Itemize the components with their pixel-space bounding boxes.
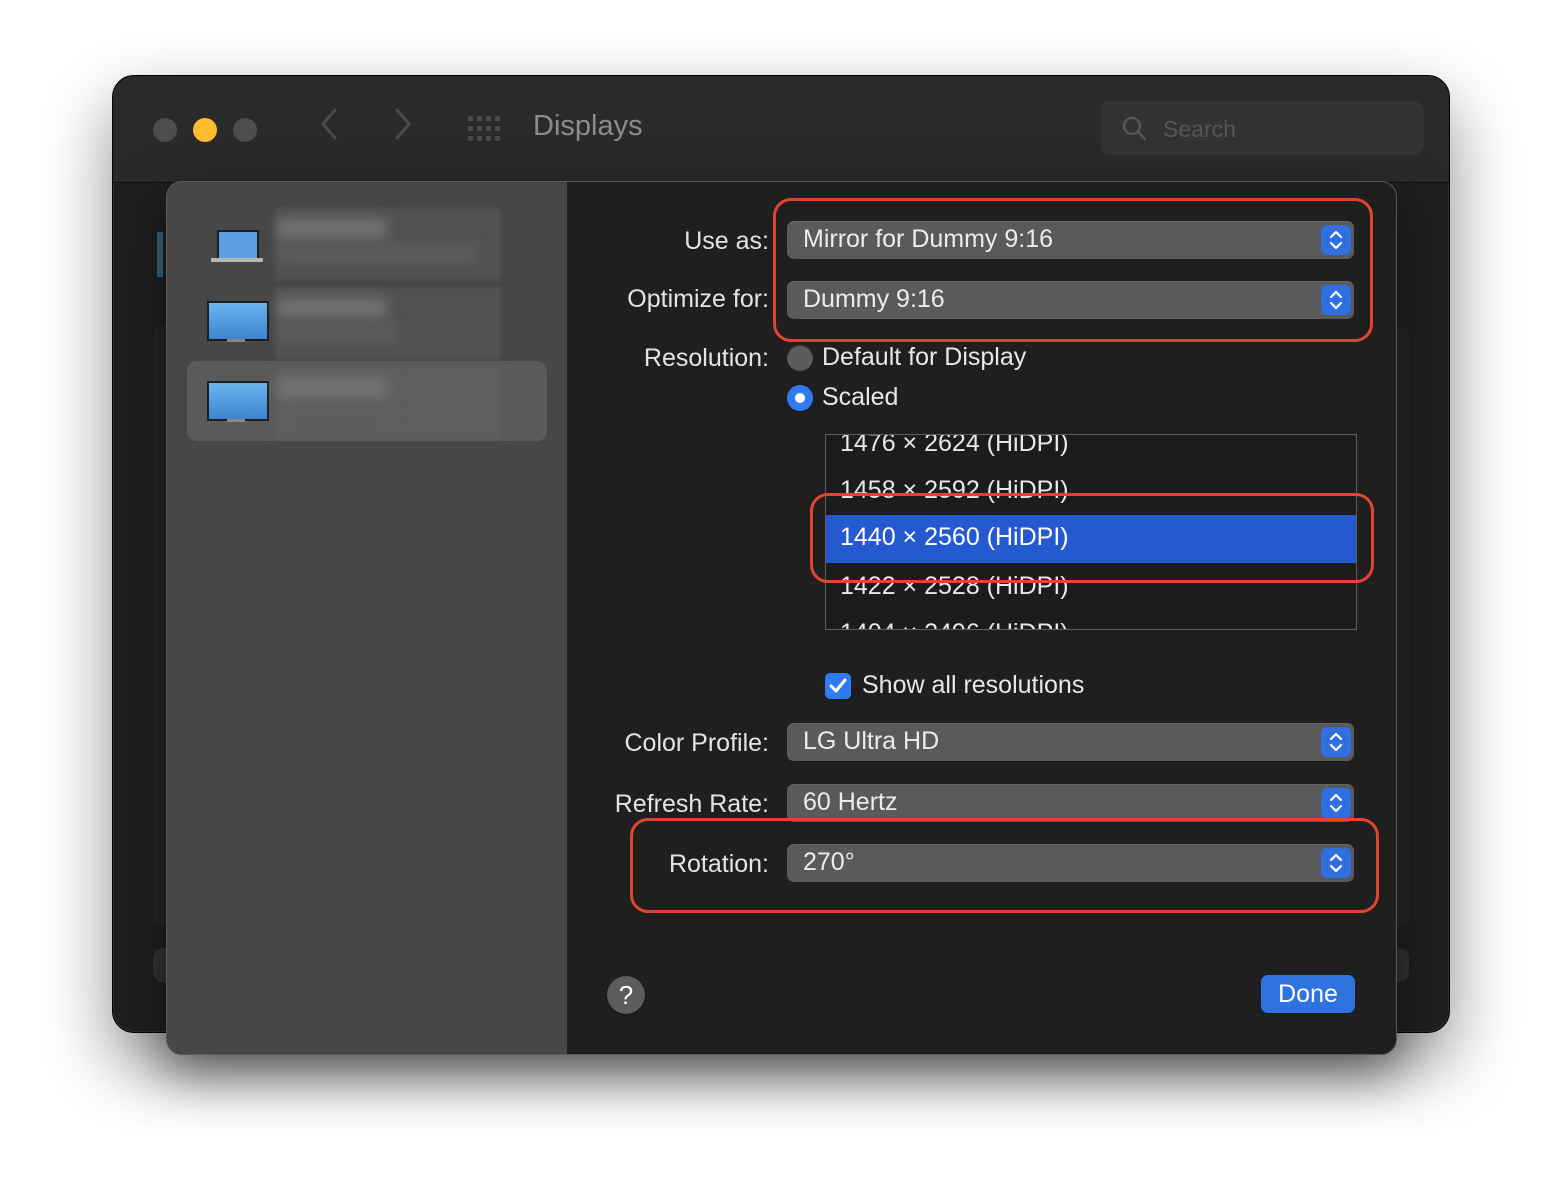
redacted-display-name [277, 299, 387, 317]
settings-labels: Use as: Optimize for: Resolution: Color … [567, 182, 769, 1054]
default-for-display-label: Default for Display [822, 343, 1027, 371]
resolution-label: Resolution: [643, 344, 769, 372]
list-item[interactable]: 1458 × 2592 (HiDPI) [826, 468, 1356, 516]
window-title: Displays [533, 110, 643, 142]
use-as-value: Mirror for Dummy 9:16 [803, 225, 1054, 253]
optimize-for-popup[interactable]: Dummy 9:16 [787, 281, 1354, 319]
chevron-right-icon[interactable] [393, 106, 413, 151]
display-settings-panel: Use as: Optimize for: Resolution: Color … [567, 182, 1396, 1054]
scaled-label: Scaled [822, 383, 899, 411]
color-profile-value: LG Ultra HD [803, 727, 940, 755]
resolution-list[interactable]: 1476 × 2624 (HiDPI) 1458 × 2592 (HiDPI) … [825, 434, 1357, 630]
sidebar-item-display-2[interactable] [187, 281, 547, 361]
optimize-for-label: Optimize for: [627, 285, 769, 313]
chevron-left-icon[interactable] [319, 106, 339, 151]
list-item[interactable]: 1404 × 2496 (HiDPI) [826, 611, 1356, 629]
optimize-for-value: Dummy 9:16 [803, 285, 945, 313]
sidebar-item-display-3[interactable] [187, 361, 547, 441]
zoom-button[interactable] [233, 118, 257, 142]
updown-arrows-icon [1321, 788, 1351, 818]
show-all-resolutions-checkbox[interactable] [825, 673, 851, 699]
redacted-display-subtitle [277, 405, 397, 421]
updown-arrows-icon [1321, 727, 1351, 757]
rotation-popup[interactable]: 270° [787, 844, 1354, 882]
refresh-rate-popup[interactable]: 60 Hertz [787, 784, 1354, 822]
redacted-display-subtitle [277, 246, 477, 262]
minimize-button[interactable] [193, 118, 217, 142]
background-accent [157, 232, 163, 277]
list-item-selected[interactable]: 1440 × 2560 (HiDPI) [826, 515, 1356, 563]
list-item[interactable]: 1422 × 2528 (HiDPI) [826, 564, 1356, 612]
title-bar: Displays Search [113, 76, 1449, 183]
color-profile-popup[interactable]: LG Ultra HD [787, 723, 1354, 761]
color-profile-label: Color Profile: [624, 729, 770, 757]
refresh-rate-label: Refresh Rate: [614, 790, 769, 818]
rotation-value: 270° [803, 848, 855, 876]
show-all-resolutions-label: Show all resolutions [862, 671, 1085, 699]
search-icon [1122, 116, 1147, 141]
done-button[interactable]: Done [1261, 975, 1355, 1013]
search-field[interactable]: Search [1101, 101, 1424, 155]
use-as-popup[interactable]: Mirror for Dummy 9:16 [787, 221, 1354, 259]
refresh-rate-value: 60 Hertz [803, 788, 898, 816]
list-item[interactable]: 1476 × 2624 (HiDPI) [826, 435, 1356, 469]
help-button[interactable]: ? [607, 976, 645, 1014]
use-as-label: Use as: [684, 227, 769, 255]
display-settings-sheet: Use as: Optimize for: Resolution: Color … [166, 181, 1397, 1055]
updown-arrows-icon [1321, 848, 1351, 878]
updown-arrows-icon [1321, 285, 1351, 315]
sidebar-item-display-1[interactable] [187, 202, 547, 282]
display-sidebar [167, 182, 567, 1054]
radio-scaled[interactable] [787, 385, 813, 411]
search-placeholder: Search [1163, 116, 1236, 142]
close-button[interactable] [153, 118, 177, 142]
checkmark-icon [829, 678, 847, 693]
updown-arrows-icon [1321, 225, 1351, 255]
grid-icon[interactable] [468, 116, 502, 142]
redacted-display-subtitle [277, 325, 397, 341]
radio-default-for-display[interactable] [787, 345, 813, 371]
redacted-display-name [277, 220, 387, 238]
redacted-display-name [277, 379, 387, 397]
rotation-label: Rotation: [668, 850, 769, 878]
